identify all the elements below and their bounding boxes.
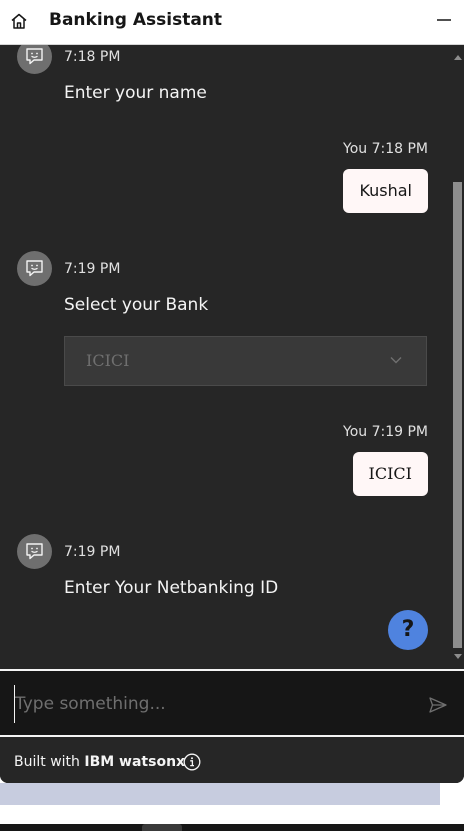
scroll-up-arrow-icon[interactable]	[454, 55, 462, 60]
message-timestamp: 7:19 PM	[64, 261, 121, 277]
chat-widget: Banking Assistant 7:18 PM Enter your nam…	[0, 0, 464, 783]
user-message-meta: You 7:18 PM	[343, 141, 428, 157]
footer-text: Built with IBM watsonx	[14, 753, 185, 771]
taskbar-strip	[0, 824, 464, 831]
bot-icon	[26, 260, 43, 277]
user-message-bubble: ICICI	[352, 452, 428, 496]
send-icon[interactable]	[428, 695, 448, 715]
message-timestamp: 7:18 PM	[64, 49, 121, 65]
footer-prefix: Built with	[14, 754, 80, 770]
chat-footer: Built with IBM watsonx	[0, 741, 464, 783]
help-button[interactable]: ?	[388, 610, 428, 650]
user-message-meta: You 7:19 PM	[343, 424, 428, 440]
chat-header: Banking Assistant	[0, 0, 464, 45]
info-icon[interactable]	[183, 753, 201, 771]
page-background-band	[0, 783, 440, 805]
message-input-area	[0, 669, 464, 737]
chevron-down-icon	[390, 357, 402, 364]
bot-avatar	[17, 534, 52, 569]
dropdown-selected-value: ICICI	[86, 351, 130, 370]
bot-icon	[26, 543, 43, 560]
footer-brand: IBM watsonx	[84, 754, 186, 770]
bank-select-dropdown[interactable]: ICICI	[64, 336, 427, 386]
bot-icon	[26, 48, 43, 65]
bot-message-text: Enter your name	[64, 83, 207, 103]
scroll-down-arrow-icon[interactable]	[454, 654, 462, 659]
message-list[interactable]: 7:18 PM Enter your name You 7:18 PM Kush…	[0, 45, 464, 666]
bot-message-text: Select your Bank	[64, 295, 209, 315]
bot-avatar	[17, 45, 52, 74]
message-input[interactable]	[14, 685, 407, 723]
bot-message-text: Enter Your Netbanking ID	[64, 578, 279, 598]
taskbar-tab	[142, 824, 182, 831]
bot-avatar	[17, 251, 52, 286]
scrollbar-thumb[interactable]	[453, 182, 462, 648]
header-title: Banking Assistant	[49, 10, 223, 30]
message-timestamp: 7:19 PM	[64, 544, 121, 560]
minimize-icon[interactable]	[434, 10, 454, 30]
user-message-bubble: Kushal	[343, 169, 428, 213]
home-icon[interactable]	[9, 11, 29, 31]
